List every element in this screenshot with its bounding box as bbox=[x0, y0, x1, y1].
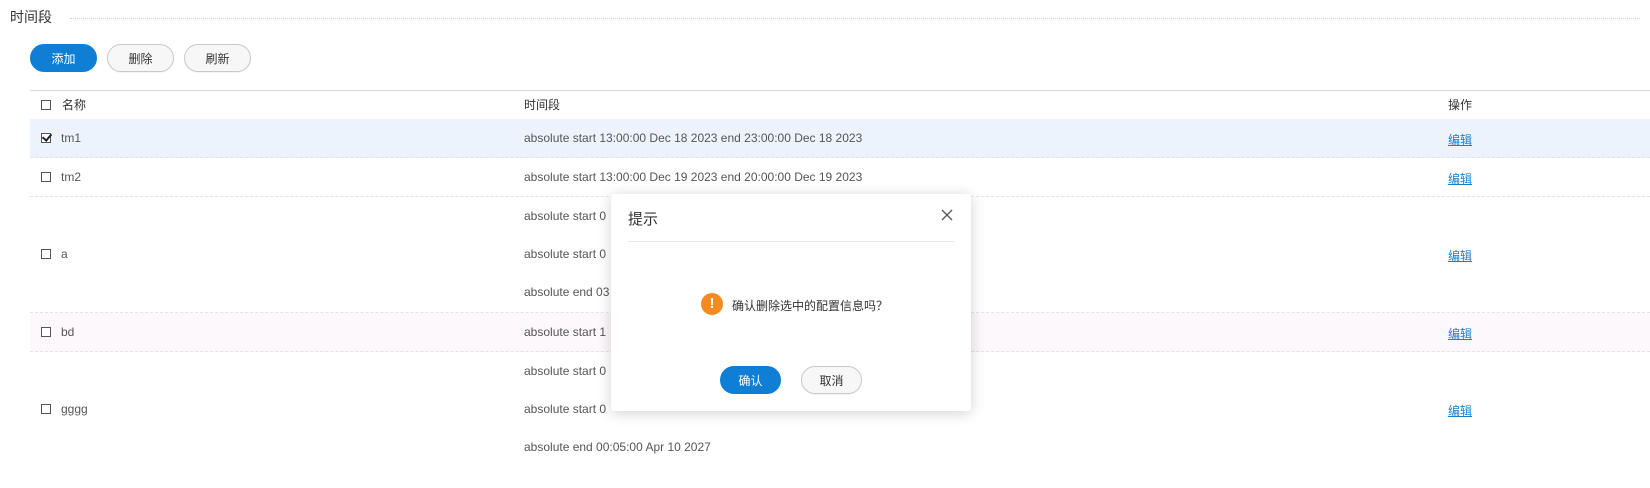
row-name: bd bbox=[61, 325, 75, 339]
confirm-dialog: 提示 ! 确认删除选中的配置信息吗？ 确认 取消 bbox=[611, 194, 971, 411]
row-checkbox[interactable] bbox=[41, 249, 51, 259]
row-checkbox[interactable] bbox=[41, 172, 51, 182]
edit-link[interactable]: 编辑 bbox=[1448, 247, 1472, 264]
cancel-button[interactable]: 取消 bbox=[801, 366, 862, 394]
table-header: 名称 时间段 操作 bbox=[30, 90, 1650, 120]
row-name: tm2 bbox=[61, 170, 82, 184]
row-period: absolute start 0 bbox=[524, 247, 607, 261]
row-period: absolute end 03 bbox=[524, 285, 610, 299]
row-period: absolute start 0 bbox=[524, 364, 607, 378]
close-icon[interactable] bbox=[941, 209, 953, 221]
select-all-checkbox[interactable] bbox=[41, 100, 51, 110]
add-button[interactable]: 添加 bbox=[30, 44, 97, 72]
row-name: a bbox=[61, 247, 68, 261]
row-period: absolute start 0 bbox=[524, 402, 607, 416]
row-period: absolute end 00:05:00 Apr 10 2027 bbox=[524, 440, 711, 454]
table-row[interactable]: tm2 absolute start 13:00:00 Dec 19 2023 … bbox=[30, 158, 1650, 197]
row-name: tm1 bbox=[61, 131, 82, 145]
edit-link[interactable]: 编辑 bbox=[1448, 402, 1472, 419]
row-period: absolute start 13:00:00 Dec 18 2023 end … bbox=[524, 131, 863, 145]
header-period: 时间段 bbox=[524, 98, 561, 112]
row-period: absolute start 1 bbox=[524, 325, 607, 339]
row-checkbox[interactable] bbox=[41, 327, 51, 337]
section-header: 时间段 bbox=[10, 8, 1640, 28]
dialog-title: 提示 bbox=[628, 211, 659, 228]
table-row[interactable]: tm1 absolute start 13:00:00 Dec 18 2023 … bbox=[30, 119, 1650, 158]
header-action: 操作 bbox=[1448, 98, 1473, 112]
dialog-divider bbox=[628, 241, 954, 242]
row-period: absolute start 13:00:00 Dec 19 2023 end … bbox=[524, 170, 863, 184]
confirm-button[interactable]: 确认 bbox=[720, 366, 781, 394]
warning-icon: ! bbox=[701, 293, 723, 315]
delete-button[interactable]: 删除 bbox=[107, 44, 174, 72]
edit-link[interactable]: 编辑 bbox=[1448, 325, 1472, 342]
refresh-button[interactable]: 刷新 bbox=[184, 44, 251, 72]
edit-link[interactable]: 编辑 bbox=[1448, 170, 1472, 187]
row-period: absolute start 0 bbox=[524, 209, 607, 223]
section-divider bbox=[70, 18, 1640, 19]
row-checkbox[interactable] bbox=[41, 404, 51, 414]
row-name: gggg bbox=[61, 402, 88, 416]
edit-link[interactable]: 编辑 bbox=[1448, 131, 1472, 148]
section-title: 时间段 bbox=[10, 8, 60, 26]
header-name: 名称 bbox=[62, 98, 87, 112]
row-checkbox[interactable] bbox=[41, 133, 51, 143]
dialog-message: 确认删除选中的配置信息吗？ bbox=[732, 299, 889, 313]
